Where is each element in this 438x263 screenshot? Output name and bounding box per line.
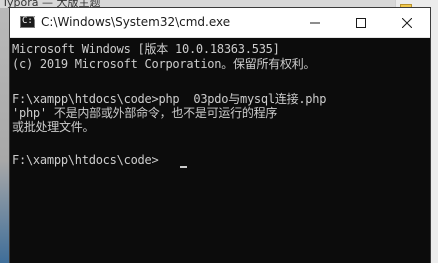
close-button[interactable] <box>384 8 430 37</box>
console-line: 或批处理文件。 <box>12 120 95 134</box>
console-line: Microsoft Windows [版本 10.0.18363.535] <box>12 42 280 56</box>
cmd-icon-glyph: C:\ <box>22 16 39 26</box>
window-title: C:\Windows\System32\cmd.exe <box>41 15 231 29</box>
minimize-button[interactable] <box>292 8 338 37</box>
console-line: F:\xampp\htdocs\code>php 03pdo与mysql连接.p… <box>12 92 327 106</box>
cmd-icon[interactable]: C:\ <box>20 16 39 28</box>
maximize-button[interactable] <box>338 8 384 37</box>
text-cursor <box>180 166 187 168</box>
title-bar[interactable]: C:\ C:\Windows\System32\cmd.exe <box>10 8 430 38</box>
screen: Typora — 大版主题 C:\ C:\Windows\System32\cm… <box>0 0 438 263</box>
console-output[interactable]: Microsoft Windows [版本 10.0.18363.535] (c… <box>10 38 430 263</box>
close-icon <box>402 18 412 28</box>
console-line: (c) 2019 Microsoft Corporation。保留所有权利。 <box>12 57 316 71</box>
console-line: 'php' 不是内部或外部命令，也不是可运行的程序 <box>12 106 278 120</box>
cmd-window[interactable]: C:\ C:\Windows\System32\cmd.exe Microsof… <box>10 8 430 263</box>
command-prompt: F:\xampp\htdocs\code> <box>12 153 159 167</box>
maximize-icon <box>356 18 366 28</box>
background-app-title: Typora — 大版主题 <box>2 0 101 8</box>
desktop-edge <box>0 8 10 263</box>
background-app-strip: Typora — 大版主题 <box>0 0 438 8</box>
minimize-icon <box>310 22 320 24</box>
